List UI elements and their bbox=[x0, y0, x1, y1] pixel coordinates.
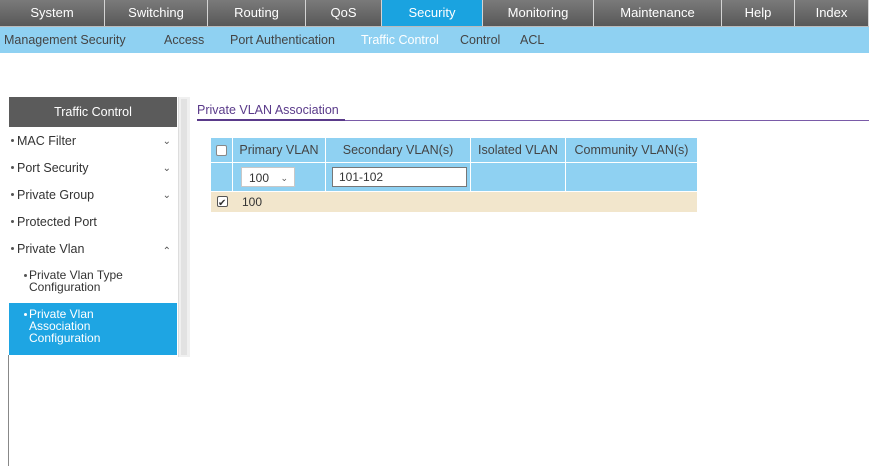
bullet-icon bbox=[24, 274, 27, 277]
tab-help[interactable]: Help bbox=[722, 0, 795, 26]
tab-switching[interactable]: Switching bbox=[105, 0, 208, 26]
sidebar-item-label: Private Vlan bbox=[17, 242, 85, 256]
col-header-secondary-vlans: Secondary VLAN(s) bbox=[326, 138, 471, 162]
edit-row-checkbox-cell bbox=[211, 163, 233, 191]
select-all-checkbox[interactable] bbox=[216, 145, 227, 156]
row-checkbox[interactable] bbox=[217, 194, 228, 214]
subtab-access[interactable]: Access bbox=[164, 27, 204, 53]
table-edit-row: 100 ⌄ 101-102 bbox=[211, 163, 697, 191]
edit-row-community-vlans-cell bbox=[566, 163, 697, 191]
subtab-management-security[interactable]: Management Security bbox=[4, 27, 126, 53]
subtab-traffic-control[interactable]: Traffic Control bbox=[361, 27, 439, 53]
edit-row-isolated-vlan-cell bbox=[471, 163, 566, 191]
chevron-down-icon: ⌄ bbox=[280, 173, 288, 183]
chevron-down-icon[interactable]: ⌄ bbox=[163, 136, 171, 147]
tab-maintenance[interactable]: Maintenance bbox=[594, 0, 722, 26]
sidebar-item-mac-filter[interactable]: MAC Filter ⌄ bbox=[9, 134, 177, 148]
sidebar-item-label: MAC Filter bbox=[17, 134, 77, 148]
section-title: Private VLAN Association bbox=[197, 103, 339, 117]
subtab-port-authentication[interactable]: Port Authentication bbox=[230, 27, 335, 53]
table-header-row: Primary VLAN Secondary VLAN(s) Isolated … bbox=[211, 138, 697, 162]
sidebar-item-private-vlan[interactable]: Private Vlan ⌃ bbox=[9, 242, 177, 257]
col-header-primary-vlan: Primary VLAN bbox=[233, 138, 326, 162]
subtab-control[interactable]: Control bbox=[460, 27, 500, 53]
top-navigation: System Switching Routing QoS Security Mo… bbox=[0, 0, 869, 27]
sidebar-item-label: Port Security bbox=[17, 161, 89, 175]
bullet-icon bbox=[11, 246, 14, 250]
edit-row-primary-vlan-cell: 100 ⌄ bbox=[233, 163, 326, 191]
table-row[interactable]: 100 bbox=[211, 192, 697, 214]
section-title-underline bbox=[197, 119, 345, 121]
tab-qos[interactable]: QoS bbox=[306, 0, 382, 26]
bullet-icon bbox=[11, 165, 14, 169]
sidebar: Traffic Control MAC Filter ⌄ Port Securi… bbox=[9, 97, 177, 355]
secondary-vlans-input[interactable]: 101-102 bbox=[332, 167, 467, 187]
sidebar-item-label: Protected Port bbox=[17, 215, 97, 229]
tab-security[interactable]: Security bbox=[382, 0, 483, 26]
bullet-icon bbox=[24, 313, 27, 316]
col-header-community-vlans: Community VLAN(s) bbox=[566, 138, 697, 162]
sidebar-item-private-group[interactable]: Private Group ⌄ bbox=[9, 188, 177, 202]
sidebar-subitem-label: Private Vlan Type Configuration bbox=[29, 268, 123, 294]
sidebar-title: Traffic Control bbox=[9, 97, 177, 127]
col-header-isolated-vlan: Isolated VLAN bbox=[471, 138, 566, 162]
row-primary-vlan: 100 bbox=[242, 195, 263, 209]
tab-routing[interactable]: Routing bbox=[208, 0, 306, 26]
tab-index[interactable]: Index bbox=[795, 0, 869, 26]
sidebar-subitem-private-vlan-association-configuration[interactable]: Private Vlan Association Configuration bbox=[9, 303, 177, 355]
scrollbar-thumb[interactable] bbox=[181, 99, 187, 355]
sidebar-item-protected-port[interactable]: Protected Port bbox=[9, 215, 177, 229]
tab-system[interactable]: System bbox=[0, 0, 105, 26]
frame-divider bbox=[8, 355, 9, 466]
bullet-icon bbox=[11, 138, 14, 142]
sidebar-subitem-private-vlan-type-configuration[interactable]: Private Vlan Type Configuration bbox=[9, 269, 177, 301]
bullet-icon bbox=[11, 192, 14, 196]
bullet-icon bbox=[11, 219, 14, 223]
primary-vlan-select[interactable]: 100 ⌄ bbox=[241, 167, 295, 187]
subtab-acl[interactable]: ACL bbox=[520, 27, 544, 53]
tab-monitoring[interactable]: Monitoring bbox=[483, 0, 594, 26]
sidebar-scrollbar[interactable] bbox=[178, 97, 190, 357]
sidebar-item-port-security[interactable]: Port Security ⌄ bbox=[9, 161, 177, 175]
primary-vlan-select-value: 100 bbox=[249, 171, 270, 185]
edit-row-secondary-vlans-cell: 101-102 bbox=[326, 163, 471, 191]
sidebar-subitem-label: Private Vlan Association Configuration bbox=[29, 307, 101, 345]
select-all-header bbox=[211, 138, 233, 162]
chevron-down-icon[interactable]: ⌄ bbox=[163, 163, 171, 174]
sidebar-item-label: Private Group bbox=[17, 188, 95, 202]
sub-navigation: Management Security Access Port Authenti… bbox=[0, 27, 869, 53]
chevron-down-icon[interactable]: ⌄ bbox=[163, 190, 171, 201]
chevron-up-icon[interactable]: ⌃ bbox=[163, 246, 171, 257]
